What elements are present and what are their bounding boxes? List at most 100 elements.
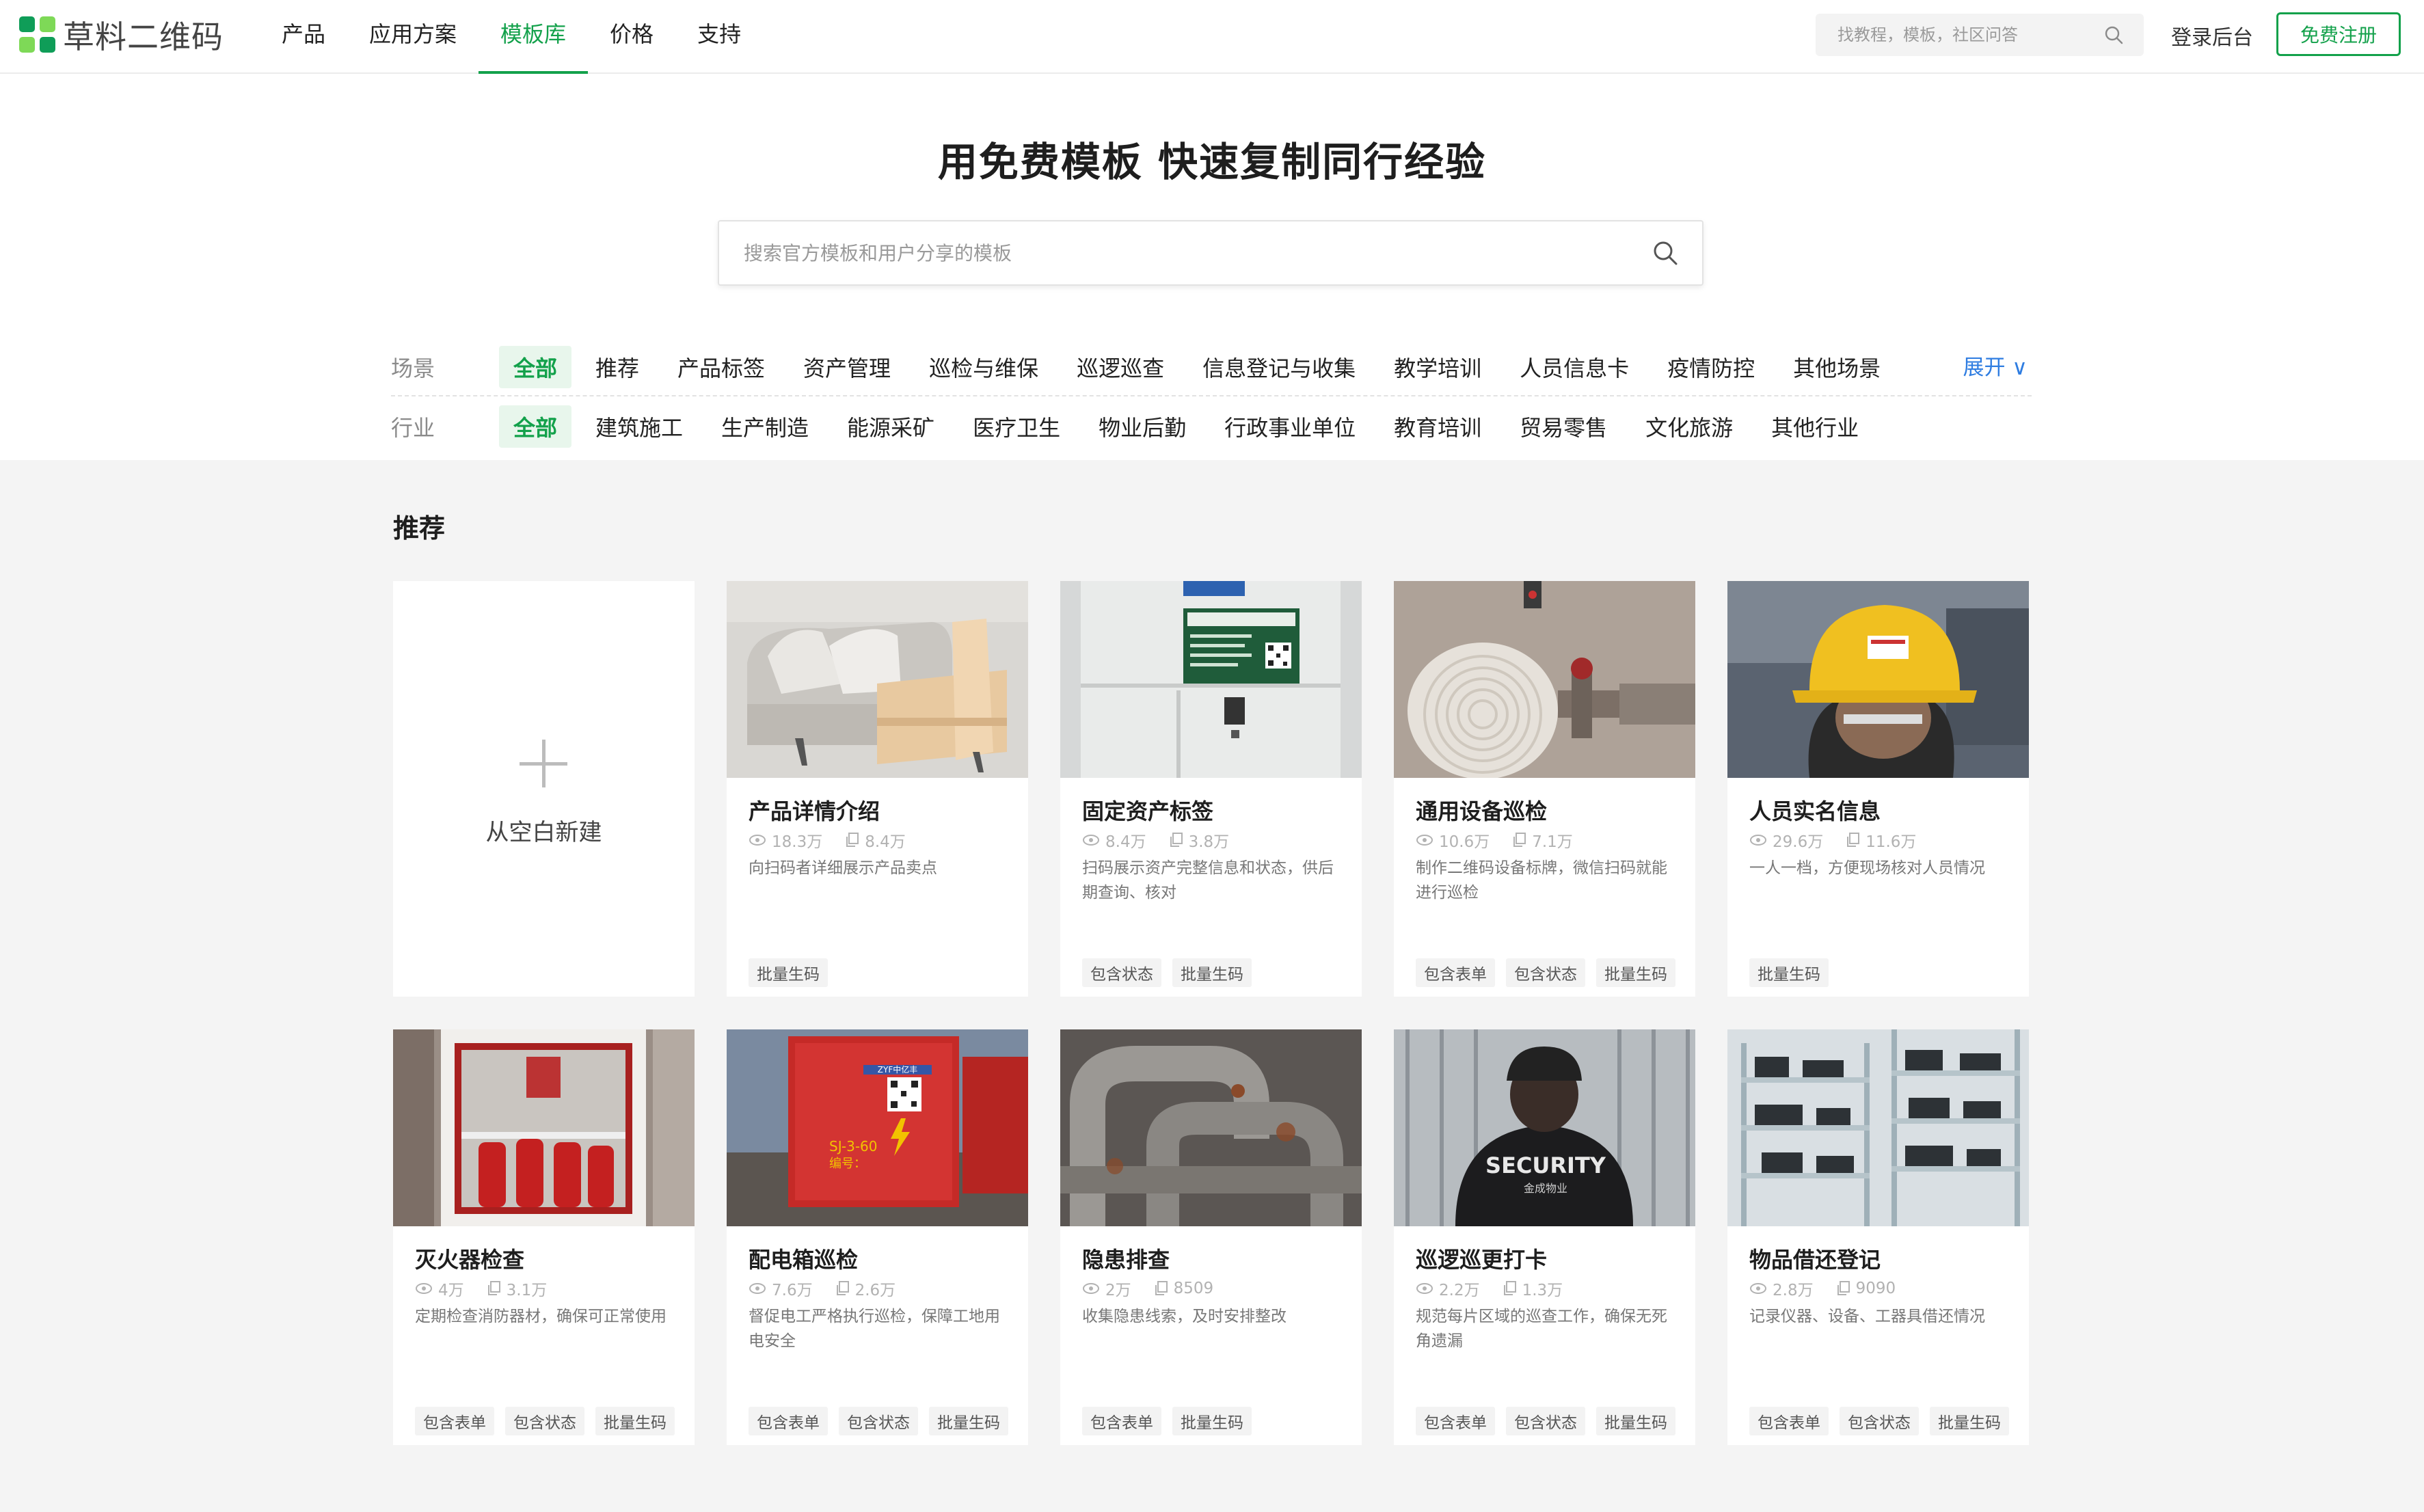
search-icon[interactable] (2104, 25, 2123, 44)
industry-chip[interactable]: 能源采矿 (833, 405, 949, 448)
view-count: 8.4万 (1105, 833, 1146, 851)
template-tag: 包含状态 (1506, 958, 1585, 987)
template-title: 巡逻巡更打卡 (1416, 1247, 1548, 1273)
view-count: 2.8万 (1773, 1282, 1814, 1299)
template-stats: 7.6万 2.6万 (749, 1277, 895, 1300)
eye-icon (1416, 835, 1433, 846)
industry-chip[interactable]: 建筑施工 (581, 405, 697, 448)
eye-icon (1083, 835, 1099, 846)
template-title: 固定资产标签 (1082, 798, 1214, 824)
eye-icon (1416, 1283, 1433, 1294)
scene-chip[interactable]: 其他场景 (1779, 346, 1895, 388)
industry-chip[interactable]: 其他行业 (1757, 405, 1873, 448)
nav-item-templates[interactable]: 模板库 (479, 0, 589, 74)
view-count: 18.3万 (772, 833, 823, 851)
scene-filter-label: 场景 (391, 355, 435, 381)
template-card[interactable]: 隐患排查 2万 8509 收集隐患线索，及时安排整改 包含表单 批量生码 (1060, 1029, 1362, 1445)
login-link[interactable]: 登录后台 (2171, 21, 2253, 51)
scene-chip-all[interactable]: 全部 (499, 346, 572, 388)
template-image-security: SECURITY 金成物业 (1394, 1029, 1695, 1226)
eye-icon (749, 1283, 766, 1294)
scene-chip[interactable]: 巡逻巡查 (1062, 346, 1179, 388)
industry-chip[interactable]: 生产制造 (707, 405, 823, 448)
template-card[interactable]: 灭火器检查 4万 3.1万 定期检查消防器材，确保可正常使用 包含表单 包含状态… (393, 1029, 695, 1445)
scene-chip[interactable]: 巡检与维保 (915, 346, 1053, 388)
copy-icon (1513, 833, 1526, 847)
template-card[interactable]: ZYF中亿丰 SJ-3-60 编号： 配电箱巡检 7.6万 2.6万 督促电工严… (727, 1029, 1028, 1445)
template-tag: 批量生码 (749, 958, 828, 987)
copy-count: 3.8万 (1188, 833, 1230, 851)
copy-count: 8.4万 (865, 833, 906, 851)
brand-name: 草料二维码 (63, 18, 224, 55)
template-tag: 包含表单 (1749, 1407, 1829, 1435)
template-card[interactable]: SECURITY 金成物业 巡逻巡更打卡 2.2万 1.3万 规范每片区域的巡查… (1394, 1029, 1695, 1445)
template-image-machine (1060, 581, 1362, 778)
top-search-input[interactable] (1836, 25, 2104, 45)
scene-chip[interactable]: 产品标签 (663, 346, 779, 388)
template-stats: 29.6万 11.6万 (1749, 828, 1916, 852)
template-search-input[interactable] (742, 241, 1652, 265)
nav-item-support[interactable]: 支持 (675, 0, 763, 74)
industry-chip[interactable]: 文化旅游 (1631, 405, 1747, 448)
nav-item-product[interactable]: 产品 (260, 0, 347, 74)
main-nav: 产品 应用方案 模板库 价格 支持 (260, 0, 763, 74)
copy-icon (1847, 833, 1860, 847)
template-card[interactable]: 固定资产标签 8.4万 3.8万 扫码展示资产完整信息和状态，供后期查询、核对 … (1060, 581, 1362, 997)
template-stats: 18.3万 8.4万 (749, 828, 906, 852)
scene-chip[interactable]: 信息登记与收集 (1188, 346, 1370, 388)
create-blank-card[interactable]: 从空白新建 (393, 581, 695, 997)
scene-chip[interactable]: 资产管理 (789, 346, 905, 388)
industry-chip[interactable]: 贸易零售 (1505, 405, 1621, 448)
brand-logo[interactable]: 草料二维码 (19, 15, 224, 55)
copy-count: 11.6万 (1866, 833, 1917, 851)
power-box-brand-text: ZYF中亿丰 (878, 1064, 917, 1075)
hero-section: 用免费模板 快速复制同行经验 场景 全部 推荐 产品标签 资产管理 巡检与维保 … (0, 74, 2424, 460)
template-description: 收集隐患线索，及时安排整改 (1082, 1308, 1287, 1325)
scene-filter-row: 场景 全部 推荐 产品标签 资产管理 巡检与维保 巡逻巡查 信息登记与收集 教学… (391, 339, 2032, 396)
scene-chip[interactable]: 疫情防控 (1653, 346, 1769, 388)
template-card[interactable]: 人员实名信息 29.6万 11.6万 一人一档，方便现场核对人员情况 批量生码 (1727, 581, 2029, 997)
template-tag: 批量生码 (1172, 958, 1252, 987)
copy-count: 8509 (1173, 1280, 1214, 1297)
scene-chip[interactable]: 人员信息卡 (1505, 346, 1643, 388)
top-search-box (1816, 14, 2144, 56)
eye-icon (1750, 835, 1766, 846)
view-count: 7.6万 (772, 1282, 813, 1299)
template-card[interactable]: 通用设备巡检 10.6万 7.1万 制作二维码设备标牌，微信扫码就能进行巡检 包… (1394, 581, 1695, 997)
template-tag: 包含状态 (1082, 958, 1161, 987)
template-image-power-box: ZYF中亿丰 SJ-3-60 编号： (727, 1029, 1028, 1226)
nav-item-solutions[interactable]: 应用方案 (347, 0, 479, 74)
eye-icon (1750, 1283, 1766, 1294)
template-tag: 批量生码 (929, 1407, 1008, 1435)
copy-icon (1155, 1281, 1168, 1295)
template-tag: 批量生码 (1930, 1407, 2009, 1435)
search-icon[interactable] (1652, 239, 1679, 267)
template-image-sofa (727, 581, 1028, 778)
industry-chip-all[interactable]: 全部 (499, 405, 572, 448)
scene-chip[interactable]: 教学培训 (1379, 346, 1496, 388)
template-tags: 包含表单 包含状态 批量生码 (1416, 1407, 1686, 1435)
industry-chip[interactable]: 物业后勤 (1084, 405, 1200, 448)
top-navigation-bar: 草料二维码 产品 应用方案 模板库 价格 支持 登录后台 免费注册 (0, 0, 2424, 74)
template-search-box (718, 220, 1703, 286)
signup-button[interactable]: 免费注册 (2276, 12, 2401, 56)
nav-item-pricing[interactable]: 价格 (588, 0, 675, 74)
power-box-id-text: 编号： (829, 1157, 866, 1171)
template-stats: 2.2万 1.3万 (1416, 1277, 1563, 1300)
template-description: 规范每片区域的巡查工作，确保无死角遗漏 (1416, 1308, 1667, 1350)
template-tag: 批量生码 (1749, 958, 1829, 987)
template-description: 督促电工严格执行巡检，保障工地用电安全 (749, 1308, 1000, 1350)
industry-chip[interactable]: 医疗卫生 (958, 405, 1075, 448)
template-description: 向扫码者详细展示产品卖点 (749, 859, 937, 877)
template-card[interactable]: 产品详情介绍 18.3万 8.4万 向扫码者详细展示产品卖点 批量生码 (727, 581, 1028, 997)
scene-chip[interactable]: 推荐 (581, 346, 654, 388)
eye-icon (749, 835, 766, 846)
template-tag: 包含表单 (415, 1407, 494, 1435)
template-description: 记录仪器、设备、工器具借还情况 (1749, 1308, 1985, 1325)
industry-chip[interactable]: 教育培训 (1379, 405, 1496, 448)
template-card[interactable]: 物品借还登记 2.8万 9090 记录仪器、设备、工器具借还情况 包含表单 包含… (1727, 1029, 2029, 1445)
template-tags: 包含表单 包含状态 批量生码 (749, 1407, 1019, 1435)
industry-chip[interactable]: 行政事业单位 (1210, 405, 1370, 448)
template-tag: 包含表单 (1416, 1407, 1495, 1435)
expand-filters-link[interactable]: 展开 ∨ (1963, 350, 2028, 381)
